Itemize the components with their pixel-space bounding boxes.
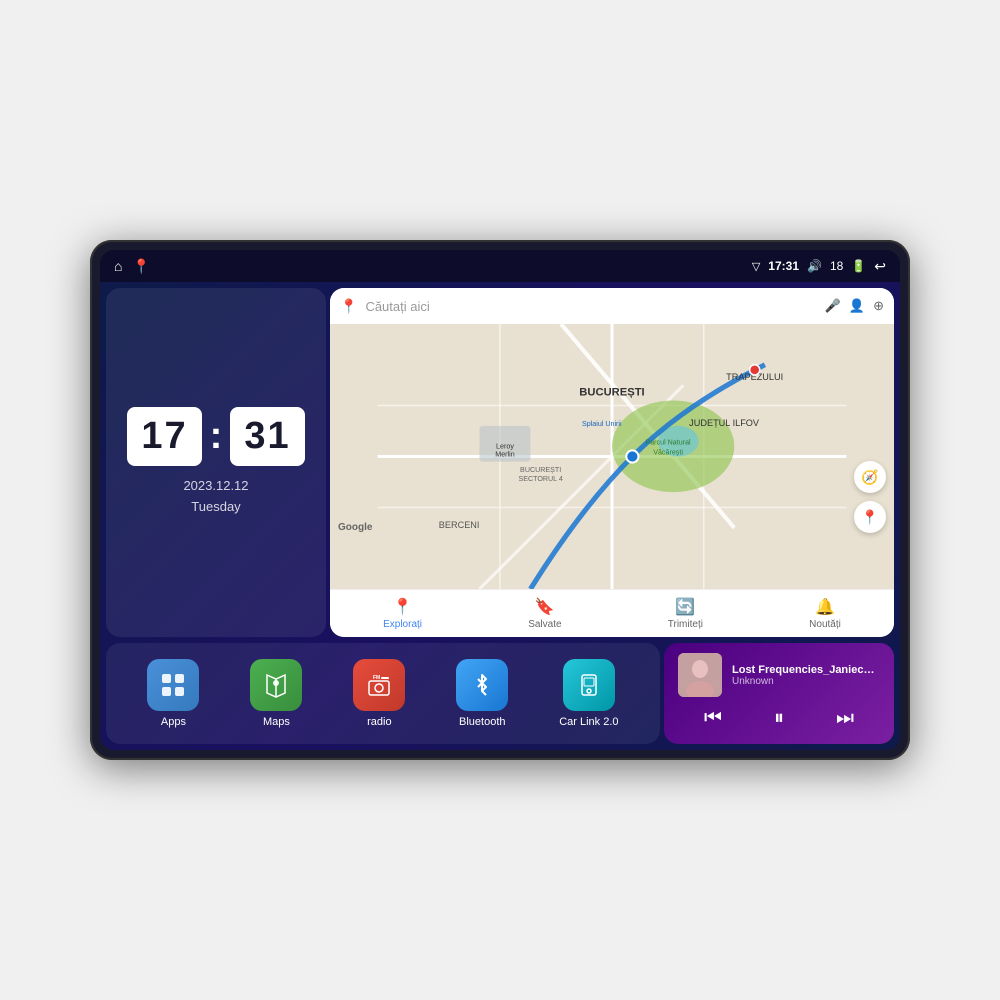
svg-text:Văcărești: Văcărești — [653, 448, 683, 456]
music-thumbnail — [678, 653, 722, 697]
map-widget[interactable]: 📍 Căutați aici 🎤 👤 ⊕ — [330, 288, 894, 637]
svg-text:Leroy: Leroy — [496, 442, 514, 450]
main-area: 17 : 31 2023.12.12 Tuesday 📍 Căutați aic… — [100, 282, 900, 750]
map-search-input[interactable]: Căutați aici — [365, 299, 816, 314]
map-location-button[interactable]: 📍 — [854, 501, 886, 533]
saved-icon: 🔖 — [535, 597, 555, 617]
music-next-button[interactable]: ⏭ — [828, 703, 862, 734]
map-body: BUCUREȘTI JUDEȚUL ILFOV TRAPEZULUI Parcu… — [330, 324, 894, 589]
app-icon-carlink[interactable]: Car Link 2.0 — [559, 659, 618, 728]
maps-icon — [250, 659, 302, 711]
battery-icon: 🔋 — [851, 259, 866, 273]
music-controls: ⏮ ⏸ ⏭ — [678, 703, 880, 734]
map-pin-icon: 📍 — [340, 298, 357, 315]
clock-minute: 31 — [230, 407, 304, 466]
back-icon[interactable]: ↩ — [874, 258, 886, 275]
map-layers-icon[interactable]: ⊕ — [873, 298, 884, 314]
clock-display: 17 : 31 — [127, 407, 304, 466]
svg-text:BERCENI: BERCENI — [439, 520, 480, 530]
music-playpause-button[interactable]: ⏸ — [766, 703, 792, 734]
music-thumbnail-image — [678, 653, 722, 697]
app-icons-panel: Apps Maps — [106, 643, 660, 744]
apps-icon — [147, 659, 199, 711]
bottom-row: Apps Maps — [100, 640, 900, 750]
svg-text:BUCUREȘTI: BUCUREȘTI — [520, 466, 561, 474]
map-nav-share[interactable]: 🔄 Trimiteți — [668, 597, 703, 630]
clock-date-value: 2023.12.12 — [183, 476, 248, 497]
apps-label: Apps — [161, 716, 186, 728]
clock-hour: 17 — [127, 407, 201, 466]
news-icon: 🔔 — [815, 597, 835, 617]
clock-day-value: Tuesday — [183, 497, 248, 518]
app-icon-radio[interactable]: FM radio — [353, 659, 405, 728]
app-icon-maps[interactable]: Maps — [250, 659, 302, 728]
map-mic-icon[interactable]: 🎤 — [825, 298, 841, 314]
status-bar: ⌂ 📍 ▽ 17:31 🔊 18 🔋 ↩ — [100, 250, 900, 282]
clock-colon: : — [210, 415, 223, 458]
maps-label: Maps — [263, 716, 290, 728]
google-logo: Google — [338, 522, 372, 533]
carlink-icon — [563, 659, 615, 711]
clock-widget: 17 : 31 2023.12.12 Tuesday — [106, 288, 326, 637]
svg-text:Parcul Natural: Parcul Natural — [645, 438, 691, 446]
volume-icon: 🔊 — [807, 259, 822, 273]
map-header-icons: 🎤 👤 ⊕ — [825, 298, 884, 314]
saved-label: Salvate — [528, 619, 561, 630]
radio-label: radio — [367, 716, 391, 728]
map-compass-button[interactable]: 🧭 — [854, 461, 886, 493]
svg-text:FM: FM — [373, 675, 380, 681]
radio-icon: FM — [353, 659, 405, 711]
clock-date: 2023.12.12 Tuesday — [183, 476, 248, 518]
music-text-info: Lost Frequencies_Janieck Devy-... Unknow… — [732, 664, 880, 687]
carlink-label: Car Link 2.0 — [559, 716, 618, 728]
music-artist: Unknown — [732, 676, 880, 687]
top-row: 17 : 31 2023.12.12 Tuesday 📍 Căutați aic… — [100, 282, 900, 640]
svg-text:Splaiul Unirii: Splaiul Unirii — [582, 420, 622, 428]
svg-text:Merlin: Merlin — [495, 451, 514, 459]
app-icon-bluetooth[interactable]: Bluetooth — [456, 659, 508, 728]
location-icon[interactable]: 📍 — [132, 258, 149, 275]
map-header: 📍 Căutați aici 🎤 👤 ⊕ — [330, 288, 894, 324]
map-nav-explore[interactable]: 📍 Explorați — [383, 597, 422, 630]
explore-label: Explorați — [383, 619, 422, 630]
device-frame: ⌂ 📍 ▽ 17:31 🔊 18 🔋 ↩ 17 : — [90, 240, 910, 760]
bluetooth-label: Bluetooth — [459, 716, 505, 728]
volume-level: 18 — [830, 259, 843, 273]
share-label: Trimiteți — [668, 619, 703, 630]
music-prev-button[interactable]: ⏮ — [696, 703, 730, 734]
time-display: 17:31 — [768, 259, 799, 273]
music-info: Lost Frequencies_Janieck Devy-... Unknow… — [678, 653, 880, 697]
bluetooth-icon — [456, 659, 508, 711]
explore-icon: 📍 — [393, 597, 413, 617]
map-footer-nav: 📍 Explorați 🔖 Salvate 🔄 Trimiteți � — [330, 589, 894, 637]
map-nav-saved[interactable]: 🔖 Salvate — [528, 597, 561, 630]
svg-text:JUDEȚUL ILFOV: JUDEȚUL ILFOV — [689, 418, 760, 428]
status-left-icons: ⌂ 📍 — [114, 258, 150, 275]
screen: ⌂ 📍 ▽ 17:31 🔊 18 🔋 ↩ 17 : — [100, 250, 900, 750]
music-panel: Lost Frequencies_Janieck Devy-... Unknow… — [664, 643, 894, 744]
signal-icon: ▽ — [752, 260, 760, 273]
map-nav-news[interactable]: 🔔 Noutăți — [809, 597, 841, 630]
map-account-icon[interactable]: 👤 — [849, 298, 865, 314]
home-icon[interactable]: ⌂ — [114, 258, 122, 274]
app-icon-apps[interactable]: Apps — [147, 659, 199, 728]
svg-text:BUCUREȘTI: BUCUREȘTI — [579, 386, 644, 398]
status-right-info: ▽ 17:31 🔊 18 🔋 ↩ — [752, 258, 886, 275]
music-title: Lost Frequencies_Janieck Devy-... — [732, 664, 880, 676]
svg-text:SECTORUL 4: SECTORUL 4 — [518, 475, 562, 483]
share-icon: 🔄 — [675, 597, 695, 617]
news-label: Noutăți — [809, 619, 841, 630]
